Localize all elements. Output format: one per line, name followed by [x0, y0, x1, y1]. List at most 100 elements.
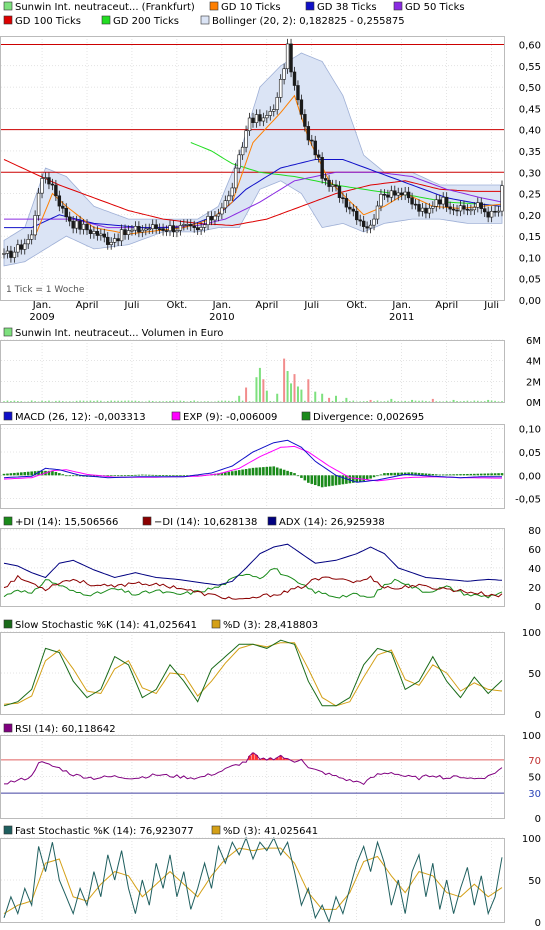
legend-minus-di-label: −DI (14): 10,628138	[154, 517, 257, 528]
price-ytick-8: 0,20	[519, 211, 541, 222]
price-candle	[476, 202, 480, 208]
price-candle	[175, 230, 179, 233]
price-candle	[33, 215, 37, 236]
price-ytick-0: 0,60	[519, 41, 541, 52]
price-candle	[102, 233, 106, 238]
price-candle	[92, 231, 96, 234]
divergence-bar	[9, 473, 13, 476]
tick-note: 1 Tick = 1 Woche	[6, 285, 85, 295]
price-candle	[483, 208, 487, 213]
price-ytick-3: 0,45	[519, 104, 541, 115]
price-candle	[9, 250, 13, 258]
divergence-bar	[455, 474, 459, 476]
divergence-bar	[6, 473, 9, 476]
faststo-ytick-0: 100	[522, 834, 541, 845]
price-xtick-year-4: 2010	[209, 312, 234, 323]
divergence-bar	[23, 472, 27, 476]
price-ytick-6: 0,30	[519, 168, 541, 179]
price-candle	[472, 206, 477, 211]
divergence-bar	[390, 472, 393, 476]
divergence-bar	[313, 475, 317, 486]
price-candle	[386, 194, 390, 198]
price-candle	[178, 225, 183, 231]
divergence-bar	[64, 475, 68, 477]
price-candle	[348, 206, 352, 210]
divergence-bar	[396, 472, 400, 476]
divergence-bar	[286, 470, 289, 476]
price-candle	[261, 117, 266, 122]
price-candle	[168, 225, 172, 232]
legend-gd200-swatch	[101, 15, 111, 25]
divergence-bar	[109, 475, 113, 477]
price-candle	[171, 225, 176, 233]
divergence-bar	[120, 475, 123, 477]
price-candle	[206, 216, 210, 226]
price-candle	[479, 202, 483, 209]
legend-adx-swatch	[267, 516, 277, 526]
divergence-bar	[466, 473, 469, 476]
divergence-bar	[445, 474, 448, 476]
bollinger-band	[3, 52, 503, 267]
rsi-ytick-3: 30	[528, 789, 541, 800]
price-candle	[299, 99, 304, 115]
price-candle	[230, 187, 234, 197]
price-candle	[334, 184, 338, 187]
price-candle	[434, 199, 438, 207]
price-candle	[451, 208, 456, 211]
divergence-bar	[379, 474, 383, 476]
chart-stage: Sunwin Int. neutraceut... (Frankfurt) GD …	[0, 1, 541, 929]
price-candle	[223, 200, 228, 209]
divergence-bar	[127, 475, 130, 476]
divergence-bar	[61, 474, 65, 476]
legend-gd100-swatch	[3, 15, 13, 25]
divergence-bar	[476, 473, 480, 476]
price-candle	[306, 126, 311, 141]
divergence-bar	[434, 474, 438, 476]
price-candle	[99, 233, 103, 236]
divergence-bar	[438, 474, 442, 476]
divergence-bar	[428, 473, 431, 476]
macd-ytick-1: 0,05	[519, 448, 541, 459]
price-ytick-5: 0,35	[519, 147, 541, 158]
legend-rsi-swatch	[3, 723, 13, 733]
price-candle	[244, 130, 248, 148]
price-candle	[258, 114, 262, 122]
price-candle	[458, 205, 463, 212]
divergence-bar	[424, 473, 428, 476]
price-candle	[161, 228, 165, 231]
price-xtick-year-8: 2011	[389, 312, 414, 323]
divergence-bar	[307, 475, 310, 483]
price-candle	[389, 190, 394, 198]
divergence-bar	[296, 475, 300, 477]
price-candle	[81, 223, 86, 230]
divergence-bar	[54, 471, 58, 476]
legend-fast-d-label: %D (3): 41,025641	[223, 826, 318, 837]
dmi-ytick-2: 40	[528, 564, 541, 575]
legend-slow-k-swatch	[3, 619, 13, 629]
price-candle	[265, 115, 269, 119]
price-xtick-5: April	[255, 300, 278, 311]
price-candle	[57, 195, 62, 207]
divergence-bar	[71, 475, 75, 477]
price-candle	[116, 238, 120, 242]
price-candle	[95, 231, 100, 236]
volume-ytick-1: 4M	[526, 357, 541, 368]
price-candle	[438, 199, 442, 205]
legend-fast-d-swatch	[211, 825, 221, 835]
legend-adx-label: ADX (14): 26,925938	[279, 517, 385, 528]
legend-gd10-swatch	[209, 1, 219, 11]
divergence-bar	[227, 471, 231, 476]
legend-slow-d-label: %D (3): 28,418803	[223, 620, 318, 631]
price-candle	[130, 229, 134, 232]
divergence-bar	[279, 468, 282, 476]
divergence-bar	[230, 471, 234, 476]
divergence-bar	[248, 468, 251, 476]
price-candle	[268, 111, 272, 116]
divergence-bar	[16, 472, 20, 476]
divergence-bar	[30, 471, 33, 476]
price-ytick-1: 0,55	[519, 62, 541, 73]
price-candle	[337, 185, 342, 198]
price-candle	[147, 228, 151, 231]
price-candle	[500, 185, 504, 212]
price-candle	[444, 196, 449, 208]
